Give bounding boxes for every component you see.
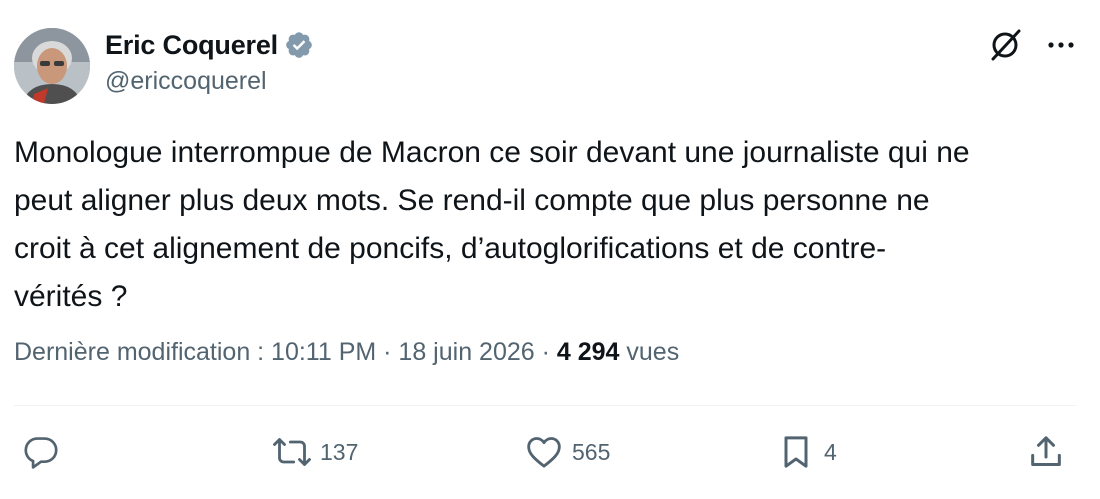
verified-badge-icon[interactable] xyxy=(284,30,314,60)
reply-button[interactable] xyxy=(22,430,60,474)
bookmark-count: 4 xyxy=(824,438,837,465)
avatar[interactable] xyxy=(14,28,90,104)
edited-timestamp[interactable]: Dernière modification : 10:11 PM · 18 ju… xyxy=(14,338,557,366)
share-button[interactable] xyxy=(1026,430,1066,474)
more-options-icon[interactable] xyxy=(1046,30,1076,60)
tweet-text-line: Monologue interrompue de Macron ce soir … xyxy=(14,136,970,169)
share-icon xyxy=(1026,432,1066,472)
divider xyxy=(14,405,1076,406)
reply-icon xyxy=(22,433,60,471)
tweet-text-line: vérités ? xyxy=(14,280,128,313)
tweet-card: Eric Coquerel @ericcoquerel Monologue in… xyxy=(0,0,1100,499)
like-button[interactable]: 565 xyxy=(524,430,610,474)
author-display-name[interactable]: Eric Coquerel xyxy=(105,30,278,61)
retweet-icon xyxy=(272,432,312,472)
tweet-meta: Dernière modification : 10:11 PM · 18 ju… xyxy=(14,338,679,367)
bookmark-icon xyxy=(776,432,816,472)
grok-icon[interactable] xyxy=(988,27,1024,63)
views-label: vues xyxy=(619,338,680,366)
bookmark-button[interactable]: 4 xyxy=(776,430,837,474)
tweet-text: Monologue interrompue de Macron ce soir … xyxy=(14,129,1084,321)
tweet-text-line: croit à cet alignement de poncifs, d’aut… xyxy=(14,232,887,265)
author-name-row: Eric Coquerel xyxy=(105,28,314,62)
tweet-text-line: peut aligner plus deux mots. Se rend-il … xyxy=(14,184,930,217)
views-count: 4 294 xyxy=(556,338,620,366)
retweet-count: 137 xyxy=(320,438,359,465)
author-handle[interactable]: @ericcoquerel xyxy=(105,67,267,96)
top-actions xyxy=(988,27,1076,63)
heart-icon xyxy=(524,432,564,472)
retweet-button[interactable]: 137 xyxy=(272,430,358,474)
like-count: 565 xyxy=(572,438,611,465)
